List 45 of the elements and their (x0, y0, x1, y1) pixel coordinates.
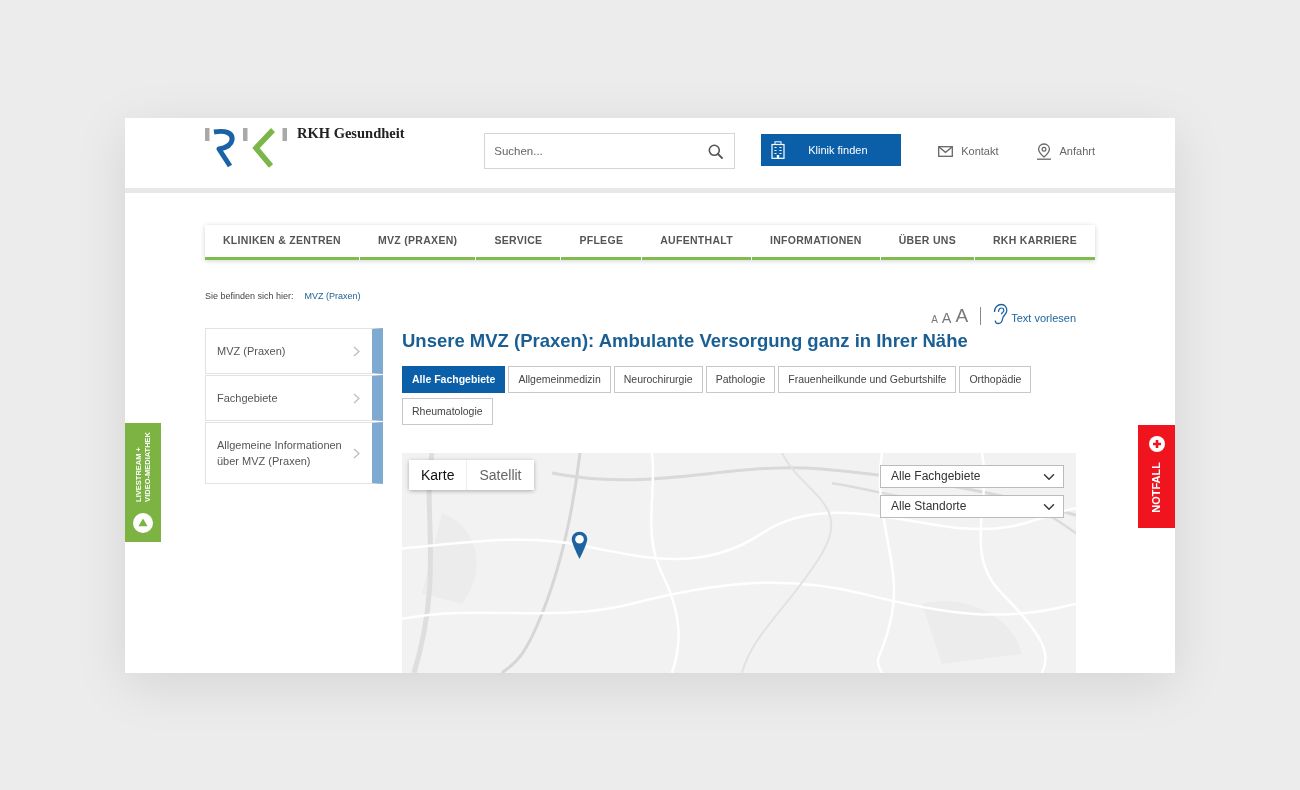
directions-link[interactable]: Anfahrt (1035, 133, 1095, 169)
read-aloud-link[interactable]: Text vorlesen (991, 303, 1076, 325)
filter-button[interactable]: Neurochirurgie (613, 366, 703, 393)
filter-button[interactable]: Rheumatologie (402, 398, 493, 425)
page-title: Unsere MVZ (Praxen): Ambulante Versorgung ganz in Ihrer Nähe (402, 329, 969, 353)
nav-link[interactable]: MVZ (PRAXEN) (359, 225, 476, 260)
ear-icon (991, 303, 1009, 325)
location-select[interactable]: Alle Standorte (880, 495, 1064, 518)
filter-button[interactable]: Orthopädie (959, 366, 1032, 393)
map-type-button[interactable]: Karte (409, 460, 467, 490)
filter-button[interactable]: Alle Fachgebiete (402, 366, 506, 393)
nav-link[interactable]: RKH KARRIERE (974, 225, 1096, 260)
font-size-button[interactable]: A (955, 306, 969, 325)
specialty-select[interactable]: Alle Fachgebiete (880, 465, 1064, 488)
mail-icon (938, 145, 954, 157)
location-pin-icon (1035, 142, 1052, 160)
nav-link[interactable]: SERVICE (476, 225, 561, 260)
font-size-button[interactable]: A (931, 315, 938, 325)
breadcrumb-label: Sie befinden sich hier: (205, 291, 294, 302)
filter-button[interactable]: Pathologie (705, 366, 776, 393)
find-clinic-button[interactable]: Klinik finden (761, 134, 902, 166)
map-pin-icon (571, 531, 588, 560)
filter-button[interactable]: Allgemeinmedizin (508, 366, 611, 393)
building-icon (771, 141, 786, 159)
nav-link[interactable]: PFLEGE (561, 225, 642, 260)
emergency-tab[interactable]: NOTFALL (1138, 425, 1175, 528)
breadcrumb-link[interactable]: MVZ (Praxen) (304, 291, 361, 302)
nav-link[interactable]: KLINIKEN & ZENTREN (205, 225, 359, 260)
nav-link[interactable]: ÜBER UNS (880, 225, 974, 260)
map-type-button[interactable]: Satellit (466, 460, 534, 490)
search-field[interactable]: Suchen... (484, 133, 736, 169)
brand-name: RKH Gesundheit (297, 125, 405, 142)
plus-icon (1148, 436, 1165, 452)
logo-icon[interactable] (205, 128, 287, 168)
nav-link[interactable]: INFORMATIONEN (751, 225, 880, 260)
chevron-right-icon (353, 392, 360, 404)
filter-button[interactable]: Frauenheilkunde und Geburtshilfe (778, 366, 957, 393)
contact-link[interactable]: Kontakt (938, 133, 999, 169)
chevron-right-icon (353, 345, 360, 357)
sidebar-item[interactable]: Allgemeine Informationen über MVZ (Praxen) (205, 422, 383, 484)
sidebar-item[interactable]: Fachgebiete (205, 375, 383, 421)
sidebar-item[interactable]: MVZ (Praxen) (205, 328, 383, 374)
font-size-button[interactable]: A (941, 310, 952, 325)
nav-link[interactable]: AUFENTHALT (642, 225, 751, 260)
chevron-right-icon (353, 447, 360, 459)
